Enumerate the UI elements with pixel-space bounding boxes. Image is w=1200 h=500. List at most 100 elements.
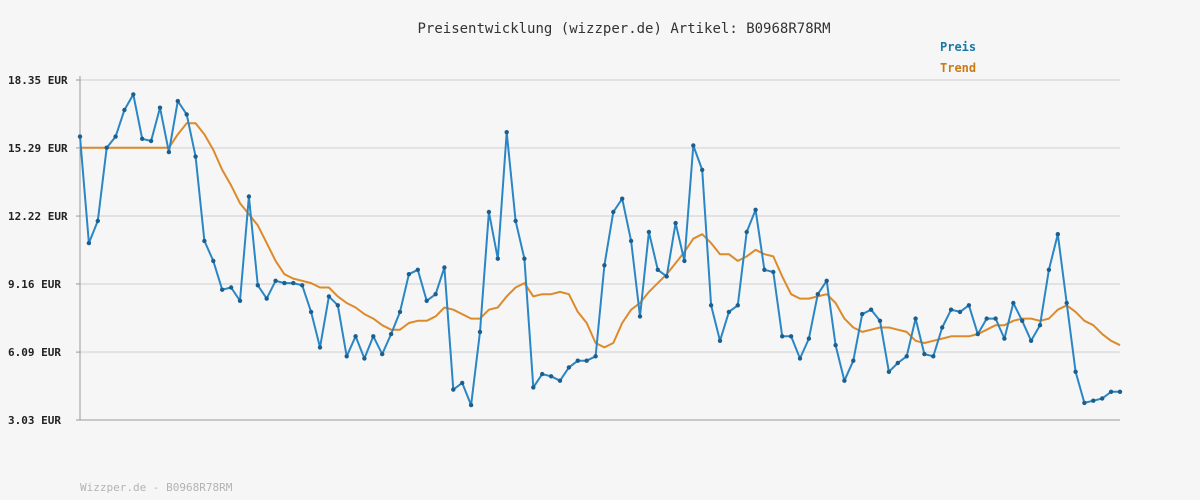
data-point [344,354,349,359]
data-point [611,209,616,215]
data-point [140,136,145,141]
data-point [95,218,101,224]
data-point [175,98,180,104]
y-tick-label: 18.35 EUR [8,74,68,87]
data-point [255,283,260,288]
data-point [77,134,83,139]
data-point [628,238,634,244]
data-point [833,343,838,348]
chart-canvas: 3.03 EUR 6.09 EUR 9.16 EUR 12.22 EUR 15.29 E… [8,21,1123,494]
data-point [291,280,296,286]
data-point [540,371,545,377]
data-point [886,369,892,374]
data-point [308,309,314,315]
axes [76,76,1120,421]
data-point [940,325,945,330]
series-line-preis [79,93,1120,407]
data-point [273,278,278,283]
data-point [228,285,234,290]
data-point [104,145,109,150]
data-point [646,229,652,235]
data-point [1100,396,1105,401]
data-point [211,258,216,264]
data-point [1091,398,1096,403]
data-point [362,356,367,361]
data-point [1028,338,1034,343]
data-point [700,167,705,173]
data-point [797,356,803,361]
data-point [388,331,394,337]
data-point [637,314,643,319]
data-point [762,267,767,272]
data-point [788,334,794,339]
data-point [353,334,358,339]
data-point [1020,318,1025,323]
data-point [922,351,927,357]
data-point [468,402,474,408]
data-point [335,303,340,308]
data-point [1117,389,1123,394]
data-point [495,256,500,261]
data-point [1082,400,1087,406]
data-point [424,298,429,303]
data-point [824,278,829,283]
data-point [966,303,972,308]
data-point [815,292,820,297]
data-point [220,287,225,292]
price-markers [77,92,1123,408]
data-point [442,265,447,270]
footer-credit: Wizzper.de - B0968R78RM [80,481,233,494]
data-point [1108,389,1114,394]
legend-entry-preis: Preis [940,40,976,54]
series-lines [79,93,1121,407]
data-point [131,92,136,97]
data-point [860,311,865,317]
data-point [557,378,563,383]
y-tick-label: 15.29 EUR [8,142,68,155]
data-point [548,374,554,379]
data-point [993,316,998,321]
data-point [593,354,598,359]
data-point [780,334,785,339]
legend-entry-trend: Trend [940,61,976,75]
data-point [531,385,536,390]
data-point [371,334,376,339]
data-point [753,207,758,212]
data-point [513,218,518,224]
data-point [691,143,696,148]
data-point [282,280,287,286]
data-point [984,316,989,321]
data-point [1064,300,1069,306]
data-point [744,229,749,235]
data-point [708,303,714,308]
data-point [460,380,465,386]
y-tick-label: 3.03 EUR [8,414,61,427]
data-point [717,338,723,343]
data-point [975,331,980,337]
data-point [851,358,856,363]
data-point [655,267,660,272]
data-point [1046,267,1052,272]
data-point [1002,336,1007,341]
data-point [264,296,269,301]
data-point [877,318,883,323]
data-point [726,309,732,315]
data-point [771,269,776,275]
data-point [477,329,483,335]
data-point [735,303,740,308]
data-point [300,283,305,288]
y-axis-tick-labels: 3.03 EUR 6.09 EUR 9.16 EUR 12.22 EUR 15.29 E… [8,74,68,427]
data-point [895,360,900,366]
data-point [317,345,323,350]
data-point [380,351,385,357]
data-point [566,365,572,370]
data-point [504,130,509,135]
data-point [202,238,207,244]
data-point [184,112,189,117]
data-point [673,220,678,226]
data-point [246,194,252,199]
data-point [913,316,918,321]
data-point [904,354,909,359]
data-point [433,292,438,297]
data-point [122,107,127,113]
